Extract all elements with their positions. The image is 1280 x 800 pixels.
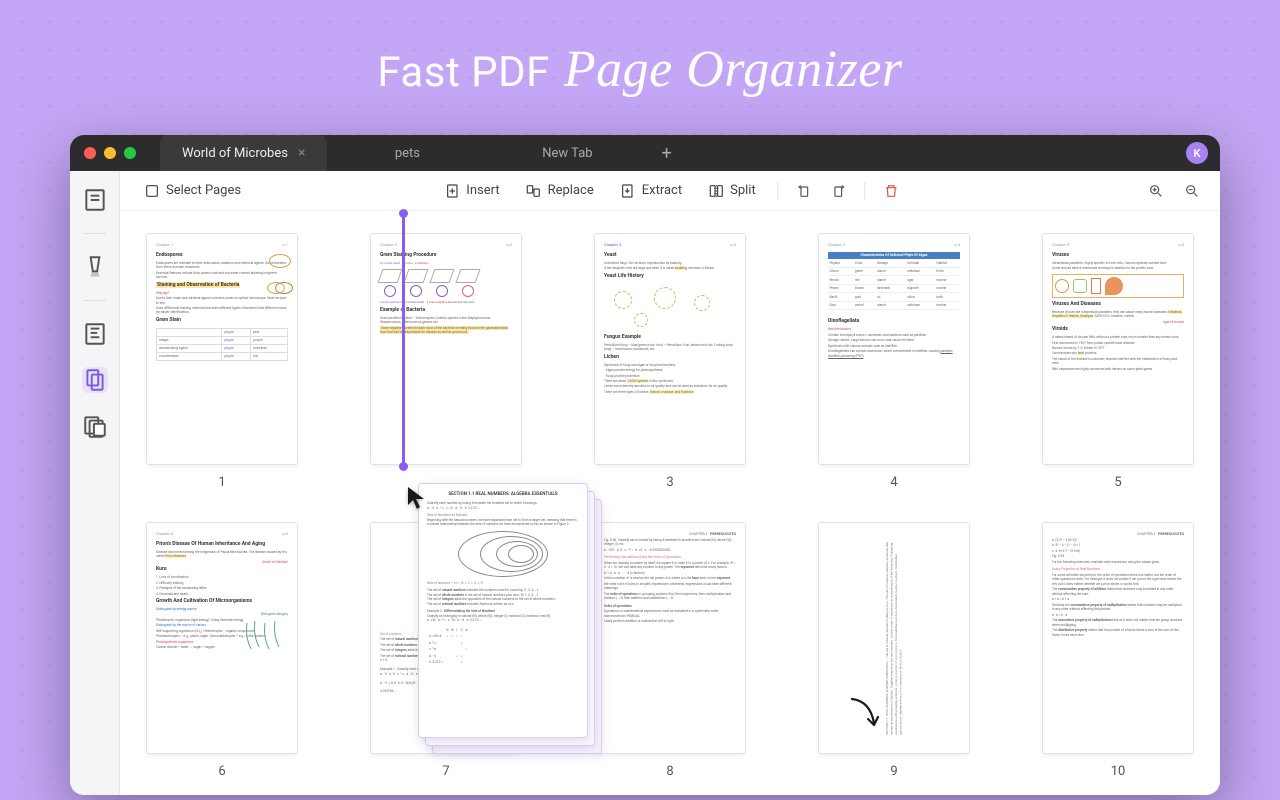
page-number: 10: [1111, 764, 1126, 779]
tab-label: New Tab: [542, 146, 592, 161]
new-tab-button[interactable]: +: [647, 135, 685, 171]
page-item-7[interactable]: Set of numbers The set of natural number…: [364, 522, 528, 779]
page-number: 1: [218, 475, 225, 490]
page-number: 5: [1114, 475, 1121, 490]
rotate-left-button[interactable]: [791, 177, 819, 205]
delete-button[interactable]: [878, 177, 906, 205]
page-number: 7: [442, 764, 449, 779]
tab-label: World of Microbes: [182, 146, 288, 161]
split-button[interactable]: Split: [698, 178, 766, 204]
split-icon: [708, 183, 724, 199]
page-thumbnail: Chapter 5p.5 Viruses Intracellular paras…: [1042, 233, 1194, 465]
cursor-icon: [406, 485, 430, 515]
insert-icon: [444, 183, 460, 199]
window-controls: [84, 147, 136, 159]
extract-label: Extract: [642, 183, 682, 198]
page-number: 3: [666, 475, 673, 490]
organizer-toolbar: Select Pages Insert Replace Extract: [120, 171, 1220, 211]
page-thumbnail: Chapter 1p.1 Endospores Endospores are r…: [146, 233, 298, 465]
page-item-4[interactable]: Chapter 4p.4 Characteristics Of Selected…: [812, 233, 976, 490]
replace-icon: [526, 183, 542, 199]
page-item-10[interactable]: CHAPTER 1 PREREQUISITES a. (3·2² − 4·(6+…: [1036, 522, 1200, 779]
extract-icon: [620, 183, 636, 199]
user-avatar[interactable]: K: [1186, 142, 1208, 164]
page-item-6[interactable]: Chapter 6p.6 Prion's Disease Of Human In…: [140, 522, 304, 779]
page-number: 4: [890, 475, 897, 490]
page-item-8[interactable]: CHAPTER 1 PREREQUISITES Fig. 8.38. Class…: [588, 522, 752, 779]
page-thumbnail: SECTION 1.1 REAL NUMBERS: ALGEBRA ESSENT…: [818, 522, 970, 754]
annotation-arrow-icon: [846, 695, 886, 739]
tab-label: pets: [395, 146, 420, 161]
page-item-3[interactable]: Chapter 3p.3 Yeast Unicellular fungi. Ce…: [588, 233, 752, 490]
hero-script: Page Organizer: [564, 40, 903, 99]
checkbox-icon: [144, 183, 160, 199]
page-thumbnail: CHAPTER 1 PREREQUISITES Fig. 8.38. Class…: [594, 522, 746, 754]
zoom-out-button[interactable]: [1178, 177, 1206, 205]
replace-button[interactable]: Replace: [516, 178, 604, 204]
page-thumbnail: Chapter 3p.3 Yeast Unicellular fungi. Ce…: [594, 233, 746, 465]
page-thumbnail: Chapter 6p.6 Prion's Disease Of Human In…: [146, 522, 298, 754]
zoom-out-icon: [1184, 183, 1200, 199]
zoom-in-icon: [1148, 183, 1164, 199]
insert-label: Insert: [466, 183, 499, 198]
hero-plain: Fast PDF: [377, 48, 549, 97]
page-item-5[interactable]: Chapter 5p.5 Viruses Intracellular paras…: [1036, 233, 1200, 490]
replace-label: Replace: [548, 183, 594, 198]
hero-title: Fast PDF Page Organizer: [377, 40, 902, 99]
page-thumbnail: Chapter 2p.2 Gram Staining Procedure ● C…: [370, 233, 522, 465]
insertion-indicator: [402, 213, 405, 467]
tool-page-organizer[interactable]: [82, 367, 108, 393]
tool-read-mode[interactable]: [82, 187, 108, 213]
page-item-9[interactable]: SECTION 1.1 REAL NUMBERS: ALGEBRA ESSENT…: [812, 522, 976, 779]
maximize-window-button[interactable]: [124, 147, 136, 159]
select-pages-button[interactable]: Select Pages: [134, 178, 251, 204]
rotate-right-button[interactable]: [825, 177, 853, 205]
insert-button[interactable]: Insert: [434, 178, 509, 204]
page-grid: Chapter 1p.1 Endospores Endospores are r…: [130, 233, 1210, 779]
close-tab-icon[interactable]: ×: [298, 145, 305, 161]
rotate-right-icon: [831, 183, 847, 199]
page-number: 8: [666, 764, 673, 779]
page-item-2[interactable]: Chapter 2p.2 Gram Staining Procedure ● C…: [364, 233, 528, 490]
select-pages-label: Select Pages: [166, 183, 241, 198]
page-thumbnail: CHAPTER 1 PREREQUISITES a. (3·2² − 4·(6+…: [1042, 522, 1194, 754]
tab-world-of-microbes[interactable]: World of Microbes ×: [160, 135, 327, 171]
page-item-1[interactable]: Chapter 1p.1 Endospores Endospores are r…: [140, 233, 304, 490]
zoom-in-button[interactable]: [1142, 177, 1170, 205]
side-tool-rail: [70, 171, 120, 795]
extract-button[interactable]: Extract: [610, 178, 692, 204]
tool-highlighter[interactable]: [82, 254, 108, 280]
split-label: Split: [730, 183, 756, 198]
tool-batch[interactable]: [82, 413, 108, 439]
page-number: 9: [890, 764, 897, 779]
page-grid-scroll[interactable]: Chapter 1p.1 Endospores Endospores are r…: [120, 211, 1220, 795]
tab-new[interactable]: New Tab: [487, 135, 647, 171]
page-thumbnail: Set of numbers The set of natural number…: [370, 522, 522, 754]
rotate-left-icon: [797, 183, 813, 199]
tool-outline[interactable]: [82, 321, 108, 347]
trash-icon: [884, 183, 900, 199]
titlebar: World of Microbes × pets New Tab + K: [70, 135, 1220, 171]
tab-bar: World of Microbes × pets New Tab +: [160, 135, 686, 171]
tab-pets[interactable]: pets: [327, 135, 487, 171]
app-window: World of Microbes × pets New Tab + K: [70, 135, 1220, 795]
minimize-window-button[interactable]: [104, 147, 116, 159]
page-thumbnail: Chapter 4p.4 Characteristics Of Selected…: [818, 233, 970, 465]
close-window-button[interactable]: [84, 147, 96, 159]
page-number: 6: [218, 764, 225, 779]
